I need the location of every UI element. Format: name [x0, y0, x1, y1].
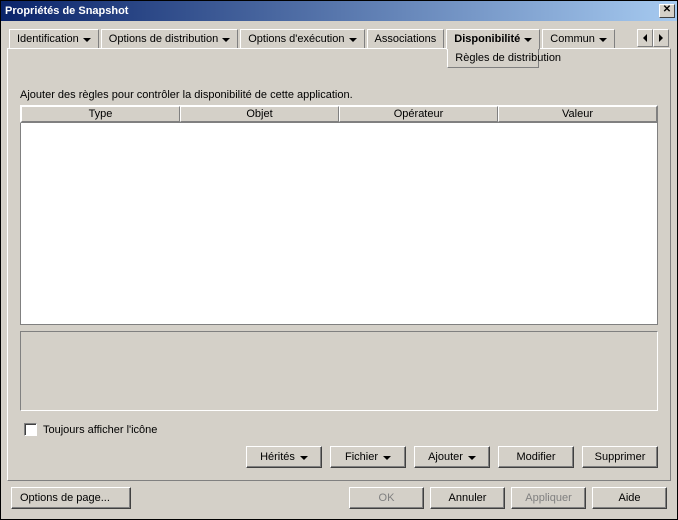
button-label: Supprimer	[595, 451, 646, 463]
button-label: Modifier	[516, 451, 555, 463]
cancel-button[interactable]: Annuler	[430, 487, 505, 509]
close-button[interactable]: ✕	[659, 4, 675, 18]
rule-detail-panel	[20, 331, 658, 411]
column-type[interactable]: Type	[21, 106, 180, 122]
herites-button[interactable]: Hérités	[246, 446, 322, 468]
chevron-down-icon	[83, 38, 91, 42]
titlebar: Propriétés de Snapshot ✕	[1, 1, 677, 21]
tab-distribution-options[interactable]: Options de distribution	[101, 29, 238, 48]
fichier-button[interactable]: Fichier	[330, 446, 406, 468]
chevron-down-icon	[222, 38, 230, 42]
tab-scroll-left[interactable]	[637, 29, 653, 47]
ok-button[interactable]: OK	[349, 487, 424, 509]
button-label: Hérités	[260, 451, 295, 463]
help-button[interactable]: Aide	[592, 487, 667, 509]
tab-label: Associations	[375, 33, 437, 45]
apply-button[interactable]: Appliquer	[511, 487, 586, 509]
tab-associations[interactable]: Associations	[367, 29, 445, 48]
tab-subpage-label: Règles de distribution	[447, 49, 539, 68]
tab-execution-options[interactable]: Options d'exécution	[240, 29, 364, 48]
tab-label: Commun	[550, 33, 595, 45]
always-show-icon-row: Toujours afficher l'icône	[24, 423, 658, 436]
column-operateur[interactable]: Opérateur	[339, 106, 498, 122]
tab-commun[interactable]: Commun	[542, 29, 615, 48]
page-options-button[interactable]: Options de page...	[11, 487, 131, 509]
tab-label: Disponibilité	[454, 33, 520, 45]
column-valeur[interactable]: Valeur	[498, 106, 657, 122]
tab-label: Options de distribution	[109, 33, 218, 45]
tab-label: Options d'exécution	[248, 33, 344, 45]
chevron-down-icon	[300, 456, 308, 460]
chevron-down-icon	[524, 38, 532, 42]
column-objet[interactable]: Objet	[180, 106, 339, 122]
always-show-icon-label: Toujours afficher l'icône	[43, 424, 157, 436]
rules-table-body[interactable]	[20, 123, 658, 325]
tab-identification[interactable]: Identification	[9, 29, 99, 48]
dialog-window: Propriétés de Snapshot ✕ Identification …	[0, 0, 678, 520]
chevron-down-icon	[599, 38, 607, 42]
dialog-footer: Options de page... OK Annuler Appliquer …	[7, 481, 671, 513]
chevron-down-icon	[349, 38, 357, 42]
supprimer-button[interactable]: Supprimer	[582, 446, 658, 468]
button-label: Fichier	[345, 451, 378, 463]
button-label: Appliquer	[525, 492, 571, 504]
instructions-text: Ajouter des règles pour contrôler la dis…	[20, 89, 658, 101]
button-label: Annuler	[449, 492, 487, 504]
tab-scroll-right[interactable]	[653, 29, 669, 47]
ajouter-button[interactable]: Ajouter	[414, 446, 490, 468]
modifier-button[interactable]: Modifier	[498, 446, 574, 468]
button-label: Aide	[618, 492, 640, 504]
rules-table-header: Type Objet Opérateur Valeur	[20, 105, 658, 123]
chevron-down-icon	[383, 456, 391, 460]
tab-scroll-arrows	[637, 29, 669, 47]
tab-disponibilite[interactable]: Disponibilité Règles de distribution	[446, 29, 540, 50]
content-area: Identification Options de distribution O…	[1, 21, 677, 519]
button-label: Ajouter	[428, 451, 463, 463]
always-show-icon-checkbox[interactable]	[24, 423, 37, 436]
tab-strip: Identification Options de distribution O…	[7, 29, 671, 49]
tab-label: Identification	[17, 33, 79, 45]
tab-panel: Ajouter des règles pour contrôler la dis…	[7, 48, 671, 481]
arrow-right-icon	[659, 34, 663, 42]
rule-action-row: Hérités Fichier Ajouter Modifier Supprim…	[20, 446, 658, 468]
arrow-left-icon	[643, 34, 647, 42]
chevron-down-icon	[468, 456, 476, 460]
window-title: Propriétés de Snapshot	[5, 5, 128, 17]
button-label: Options de page...	[20, 492, 110, 504]
button-label: OK	[379, 492, 395, 504]
